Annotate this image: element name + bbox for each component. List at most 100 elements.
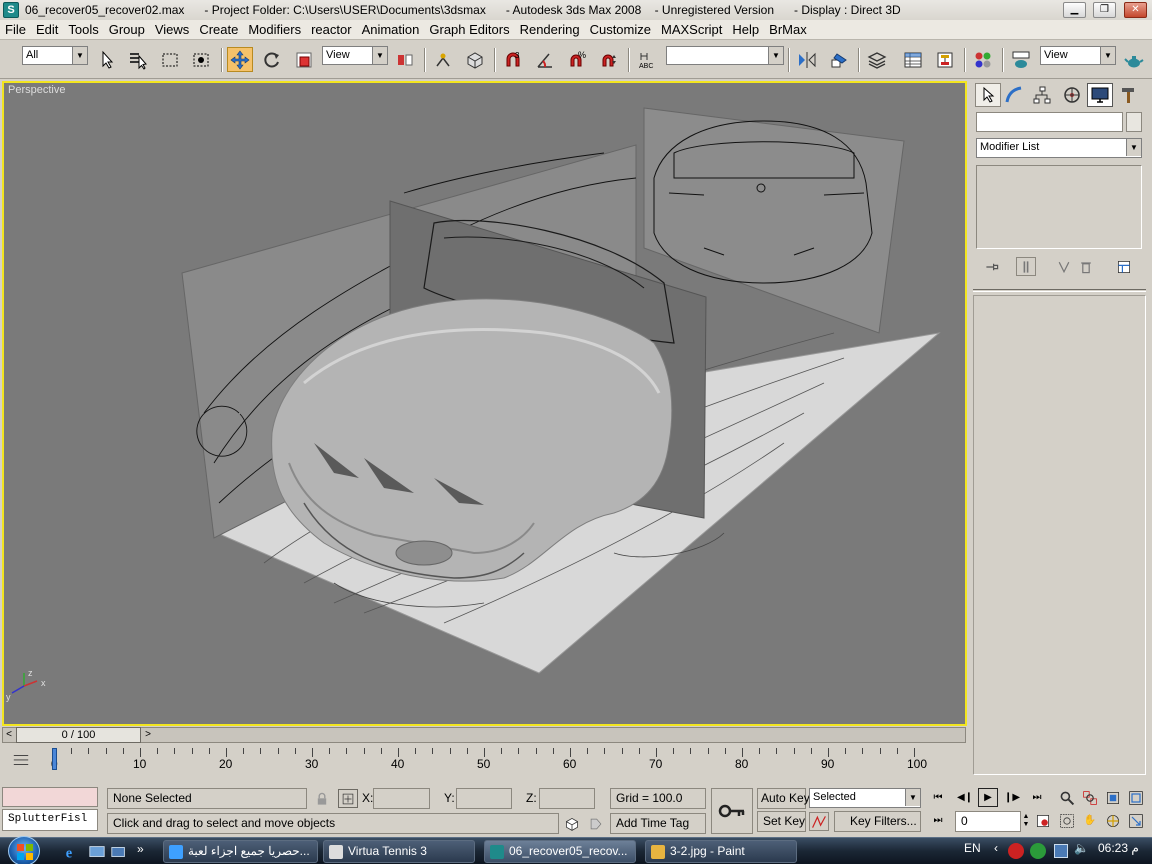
key-mode-toggle[interactable]: ⏭	[928, 811, 948, 830]
select-object-button[interactable]	[95, 47, 121, 72]
absolute-relative-toggle[interactable]	[338, 789, 358, 808]
menu-file[interactable]: File	[0, 22, 31, 37]
maxscript-mini-listener[interactable]	[2, 787, 98, 807]
window-crossing-button[interactable]	[188, 47, 214, 72]
open-mini-curve-editor-button[interactable]	[10, 748, 32, 770]
hierarchy-tab[interactable]	[1029, 83, 1055, 107]
isolate-selection-toggle[interactable]	[562, 814, 582, 833]
menu-customize[interactable]: Customize	[585, 22, 656, 37]
restore-button[interactable]: ❐	[1093, 2, 1116, 18]
object-name-field[interactable]	[976, 112, 1123, 132]
arc-rotate-button[interactable]	[1103, 811, 1123, 830]
frame-spinner[interactable]: ▲ ▼	[1021, 811, 1031, 830]
make-unique-button[interactable]	[1054, 257, 1074, 276]
menu-reactor[interactable]: reactor	[306, 22, 356, 37]
show-desktop-icon[interactable]	[88, 843, 106, 861]
language-indicator[interactable]: EN	[964, 841, 981, 855]
render-type-dropdown[interactable]: View ▼	[1040, 46, 1116, 65]
track-bar[interactable]: 0102030405060708090100	[51, 748, 968, 772]
select-and-move-button[interactable]	[227, 47, 253, 72]
reference-coordinate-dropdown[interactable]: View ▼	[322, 46, 388, 65]
y-coordinate-field[interactable]	[456, 788, 512, 809]
quick-launch-overflow-icon[interactable]: »	[137, 842, 144, 856]
show-end-result-button[interactable]	[1016, 257, 1036, 276]
task-3dsmax[interactable]: 06_recover05_recov...	[484, 840, 636, 863]
slider-next-button[interactable]: >	[141, 726, 155, 743]
select-and-rotate-button[interactable]	[259, 47, 285, 72]
menu-help[interactable]: Help	[727, 22, 764, 37]
menu-tools[interactable]: Tools	[63, 22, 103, 37]
render-scene-button[interactable]	[1008, 47, 1034, 72]
menu-views[interactable]: Views	[150, 22, 194, 37]
select-and-scale-button[interactable]	[291, 47, 317, 72]
time-configuration-button[interactable]	[1033, 811, 1053, 830]
task-virtua-tennis[interactable]: Virtua Tennis 3	[323, 840, 475, 863]
layer-manager-button[interactable]	[864, 47, 890, 72]
spinner-snap-button[interactable]	[596, 47, 622, 72]
rectangular-selection-button[interactable]	[157, 47, 183, 72]
pin-stack-button[interactable]	[982, 257, 1002, 276]
utilities-tab[interactable]	[1115, 83, 1141, 107]
previous-frame-button[interactable]: ◀❙	[955, 788, 975, 807]
task-arabic-browser[interactable]: حصريا جميع اجزاء لعبة...	[163, 840, 318, 863]
maxscript-listener-field[interactable]: SplutterFisl	[2, 809, 98, 831]
curve-editor-button[interactable]	[900, 47, 926, 72]
create-tab[interactable]	[975, 83, 1001, 107]
clock[interactable]: 06:23 م	[1098, 841, 1139, 855]
menu-animation[interactable]: Animation	[357, 22, 425, 37]
modify-tab[interactable]	[1001, 83, 1027, 107]
slider-prev-button[interactable]: <	[2, 726, 16, 743]
keyboard-shortcut-override-button[interactable]	[462, 47, 488, 72]
key-selection-dropdown[interactable]: Selected ▼	[809, 788, 921, 808]
maximize-viewport-toggle[interactable]	[1126, 811, 1146, 830]
zoom-extents-button[interactable]	[1103, 788, 1123, 807]
next-frame-button[interactable]: ❙▶	[1002, 788, 1022, 807]
minimize-button[interactable]: ▁	[1063, 2, 1086, 18]
edit-named-selections-button[interactable]: ABC	[634, 47, 660, 72]
default-in-out-tangent-button[interactable]	[809, 812, 829, 831]
menu-brmax[interactable]: BrMax	[764, 22, 812, 37]
menu-group[interactable]: Group	[104, 22, 150, 37]
display-tab[interactable]	[1087, 83, 1113, 107]
add-time-tag-button[interactable]: Add Time Tag	[610, 813, 706, 834]
pivot-center-button[interactable]	[392, 47, 418, 72]
switch-windows-icon[interactable]	[110, 843, 128, 861]
play-button[interactable]: ▶	[978, 788, 998, 807]
network-icon[interactable]	[1054, 844, 1068, 858]
modifier-list-dropdown[interactable]: Modifier List ▼	[976, 138, 1142, 158]
mirror-button[interactable]	[794, 47, 820, 72]
field-of-view-button[interactable]	[1057, 811, 1077, 830]
snaps-toggle-button[interactable]: 3	[500, 47, 526, 72]
time-slider-thumb[interactable]: 0 / 100	[16, 727, 141, 743]
current-frame-field[interactable]: 0	[955, 811, 1021, 832]
auto-key-button[interactable]: Auto Key	[757, 788, 810, 809]
tray-expand-icon[interactable]: ‹	[994, 841, 998, 855]
volume-icon[interactable]: 🔈	[1074, 841, 1089, 855]
set-key-button[interactable]: Set Key	[757, 811, 806, 832]
select-by-name-button[interactable]	[125, 47, 151, 72]
go-to-end-button[interactable]: ⏭	[1027, 788, 1047, 807]
pan-view-button[interactable]: ✋	[1080, 811, 1100, 830]
menu-graph-editors[interactable]: Graph Editors	[424, 22, 514, 37]
angle-snap-button[interactable]	[532, 47, 558, 72]
go-to-start-button[interactable]: ⏮	[928, 788, 948, 807]
start-button[interactable]	[8, 836, 40, 864]
zoom-button[interactable]	[1057, 788, 1077, 807]
percent-snap-button[interactable]: %	[564, 47, 590, 72]
align-button[interactable]	[826, 47, 852, 72]
tray-app-icon[interactable]	[1030, 843, 1046, 859]
menu-modifiers[interactable]: Modifiers	[243, 22, 306, 37]
add-time-tag-icon-button[interactable]	[586, 814, 606, 833]
menu-edit[interactable]: Edit	[31, 22, 63, 37]
security-alert-icon[interactable]	[1008, 843, 1024, 859]
configure-modifier-sets-button[interactable]	[1114, 257, 1134, 276]
material-editor-button[interactable]	[970, 47, 996, 72]
task-paint[interactable]: 3-2.jpg - Paint	[645, 840, 797, 863]
3ds-max-icon[interactable]: S	[3, 2, 19, 18]
named-selection-sets-dropdown[interactable]: ▼	[666, 46, 784, 65]
key-filters-button[interactable]: Key Filters...	[834, 811, 921, 832]
motion-tab[interactable]	[1059, 83, 1085, 107]
rollout-area[interactable]	[973, 295, 1146, 775]
menu-create[interactable]: Create	[194, 22, 243, 37]
modifier-stack[interactable]	[976, 165, 1142, 249]
